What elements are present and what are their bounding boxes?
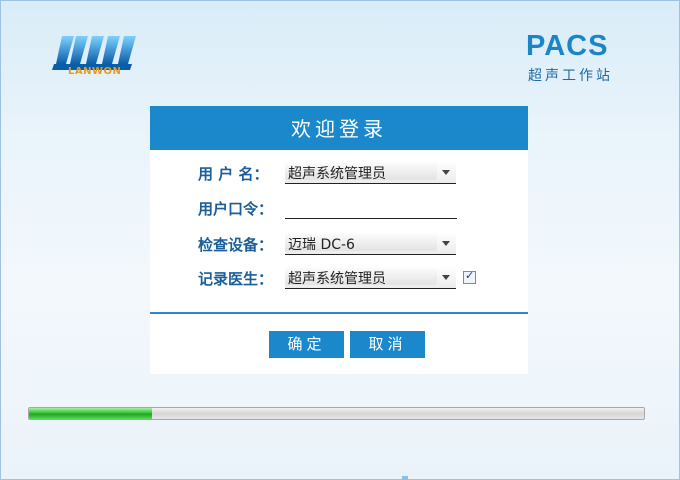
device-select[interactable]: 迈瑞 DC-6 (285, 232, 456, 255)
checkmark-icon: ✓ (465, 269, 475, 282)
resize-grip (402, 476, 408, 480)
logo-text: LANWON (68, 66, 122, 77)
username-label: 用 户 名： (198, 165, 269, 183)
confirm-button[interactable]: 确定 (269, 331, 344, 358)
login-header: 欢迎登录 (150, 106, 528, 150)
progress-bar (28, 407, 645, 420)
cancel-button[interactable]: 取消 (350, 331, 425, 358)
panel-divider (150, 312, 528, 314)
recorder-label: 记录医生： (198, 270, 274, 288)
username-value: 超声系统管理员 (288, 166, 386, 182)
recorder-checkbox[interactable]: ✓ (463, 269, 476, 284)
chevron-down-icon[interactable] (442, 170, 450, 175)
brand-subtitle: 超声工作站 (528, 68, 613, 84)
recorder-select[interactable]: 超声系统管理员 (285, 266, 456, 289)
login-panel: 欢迎登录 用 户 名： 超声系统管理员 用户口令： 检查设备： 迈瑞 DC-6 … (150, 106, 528, 374)
recorder-value: 超声系统管理员 (288, 271, 386, 287)
password-field[interactable] (285, 196, 457, 219)
device-label: 检查设备： (198, 236, 274, 254)
username-select[interactable]: 超声系统管理员 (285, 161, 456, 184)
brand-title: PACS (526, 30, 609, 62)
device-value: 迈瑞 DC-6 (288, 237, 355, 253)
chevron-down-icon[interactable] (442, 275, 450, 280)
password-label: 用户口令： (198, 200, 274, 218)
progress-fill (29, 408, 152, 419)
chevron-down-icon[interactable] (442, 241, 450, 246)
